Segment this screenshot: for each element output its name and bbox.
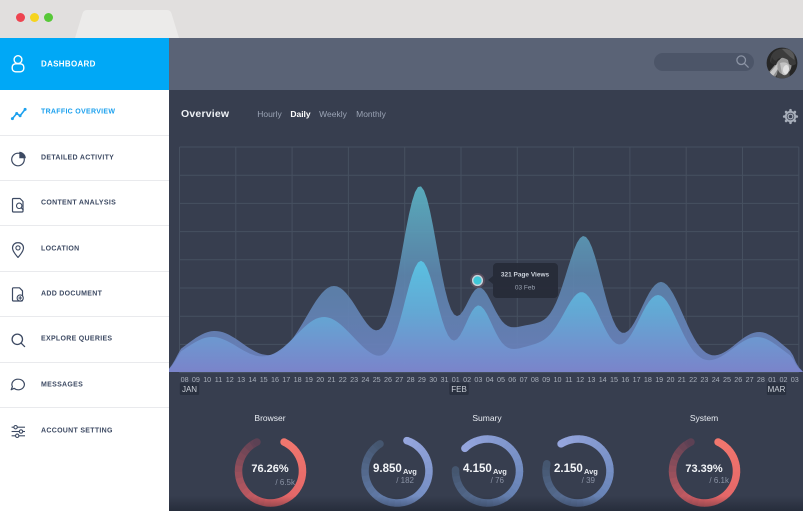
svg-text:16: 16 <box>621 375 629 384</box>
svg-text:03: 03 <box>791 375 799 384</box>
svg-text:27: 27 <box>395 375 403 384</box>
svg-text:Monthly: Monthly <box>356 109 387 119</box>
svg-text:Avg: Avg <box>403 467 417 476</box>
svg-text:07: 07 <box>520 375 528 384</box>
svg-text:08: 08 <box>531 375 539 384</box>
svg-text:/ 182: / 182 <box>396 476 414 485</box>
svg-text:05: 05 <box>497 375 505 384</box>
svg-text:/ 39: / 39 <box>582 476 596 485</box>
svg-text:FEB: FEB <box>451 385 467 394</box>
svg-text:73.39%: 73.39% <box>685 463 723 475</box>
svg-text:09: 09 <box>542 375 550 384</box>
svg-text:18: 18 <box>644 375 652 384</box>
svg-text:25: 25 <box>373 375 381 384</box>
svg-text:10: 10 <box>554 375 562 384</box>
svg-text:11: 11 <box>565 375 572 384</box>
svg-text:4.150: 4.150 <box>463 463 492 475</box>
svg-text:26: 26 <box>734 375 742 384</box>
svg-text:22: 22 <box>689 375 697 384</box>
svg-text:/ 6.1k: / 6.1k <box>709 476 730 485</box>
svg-text:12: 12 <box>226 375 234 384</box>
svg-text:28: 28 <box>757 375 765 384</box>
svg-text:04: 04 <box>486 375 494 384</box>
svg-text:10: 10 <box>203 375 211 384</box>
svg-text:76.26%: 76.26% <box>251 463 289 475</box>
svg-text:Avg: Avg <box>584 467 598 476</box>
svg-text:31: 31 <box>441 375 449 384</box>
svg-text:MAR: MAR <box>768 385 786 394</box>
svg-text:23: 23 <box>700 375 708 384</box>
svg-text:21: 21 <box>328 375 336 384</box>
svg-text:22: 22 <box>339 375 347 384</box>
svg-text:06: 06 <box>508 375 516 384</box>
svg-text:28: 28 <box>407 375 415 384</box>
svg-text:20: 20 <box>667 375 675 384</box>
svg-text:Hourly: Hourly <box>257 109 282 119</box>
svg-text:24: 24 <box>361 375 369 384</box>
svg-text:20: 20 <box>316 375 324 384</box>
svg-text:Weekly: Weekly <box>319 109 347 119</box>
svg-text:Avg: Avg <box>493 467 507 476</box>
svg-text:Browser: Browser <box>254 413 285 423</box>
svg-text:17: 17 <box>633 375 641 384</box>
svg-text:Overview: Overview <box>181 108 230 120</box>
svg-text:15: 15 <box>260 375 268 384</box>
svg-text:25: 25 <box>723 375 731 384</box>
svg-text:Sumary: Sumary <box>472 413 502 423</box>
svg-text:16: 16 <box>271 375 279 384</box>
svg-text:15: 15 <box>610 375 618 384</box>
svg-text:19: 19 <box>655 375 663 384</box>
svg-text:JAN: JAN <box>182 385 197 394</box>
svg-text:27: 27 <box>746 375 754 384</box>
svg-text:2.150: 2.150 <box>554 463 583 475</box>
svg-text:21: 21 <box>678 375 686 384</box>
svg-text:/ 6.5k: / 6.5k <box>275 478 296 487</box>
svg-text:19: 19 <box>305 375 313 384</box>
svg-text:13: 13 <box>237 375 245 384</box>
svg-text:03: 03 <box>474 375 482 384</box>
svg-text:30: 30 <box>429 375 437 384</box>
svg-text:18: 18 <box>294 375 302 384</box>
svg-text:11: 11 <box>215 375 222 384</box>
svg-text:23: 23 <box>350 375 358 384</box>
svg-text:14: 14 <box>248 375 256 384</box>
svg-text:03 Feb: 03 Feb <box>515 285 536 292</box>
svg-text:13: 13 <box>587 375 595 384</box>
svg-text:321 Page Views: 321 Page Views <box>501 272 550 279</box>
svg-text:/ 76: / 76 <box>491 476 505 485</box>
svg-text:9.850: 9.850 <box>373 463 402 475</box>
svg-text:14: 14 <box>599 375 607 384</box>
svg-text:12: 12 <box>576 375 584 384</box>
svg-text:Daily: Daily <box>290 109 311 119</box>
svg-text:29: 29 <box>418 375 426 384</box>
svg-text:17: 17 <box>282 375 290 384</box>
svg-text:26: 26 <box>384 375 392 384</box>
svg-text:System: System <box>690 413 718 423</box>
svg-text:24: 24 <box>712 375 720 384</box>
